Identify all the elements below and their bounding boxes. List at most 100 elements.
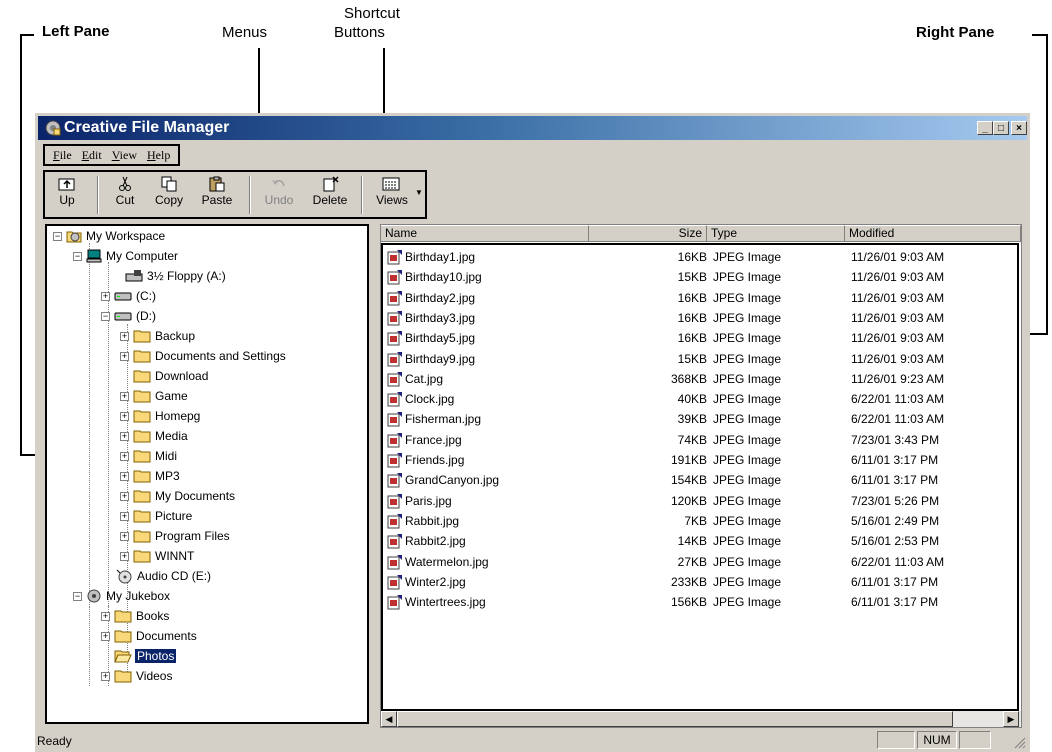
cut-button[interactable]: Cut (105, 174, 145, 216)
tree-node-my-computer[interactable]: − My Computer (73, 246, 178, 266)
column-header-type[interactable]: Type (707, 225, 845, 242)
file-row[interactable]: France.jpg 74KB JPEG Image 7/23/01 3:43 PM (383, 430, 1013, 450)
tree-folder-videos[interactable]: + Videos (101, 666, 172, 686)
collapse-icon[interactable]: − (73, 251, 82, 261)
toolbar-separator (361, 176, 363, 214)
menu-file[interactable]: File (48, 148, 77, 163)
tree-folder-mp3[interactable]: + MP3 (120, 466, 180, 486)
file-row[interactable]: Watermelon.jpg 27KB JPEG Image 6/22/01 11:0… (383, 552, 1013, 572)
file-row[interactable]: Birthday1.jpg 16KB JPEG Image 11/26/01 9:03… (383, 247, 1013, 267)
file-row[interactable]: Birthday5.jpg 16KB JPEG Image 11/26/01 9:03… (383, 328, 1013, 348)
tree-node-workspace[interactable]: − My Workspace (53, 226, 165, 246)
expand-icon[interactable]: + (101, 291, 110, 301)
file-row[interactable]: Clock.jpg 40KB JPEG Image 6/22/01 11:03 AM (383, 389, 1013, 409)
horizontal-scrollbar[interactable]: ◀ ▶ (381, 711, 1021, 727)
file-row[interactable]: Wintertrees.jpg 156KB JPEG Image 6/11/01 3:… (383, 592, 1013, 612)
tree-node-c-drive[interactable]: + (C:) (101, 286, 156, 306)
file-modified: 6/22/01 11:03 AM (851, 554, 945, 569)
expand-icon[interactable]: + (120, 511, 129, 521)
file-row[interactable]: Rabbit2.jpg 14KB JPEG Image 5/16/01 2:53 PM (383, 531, 1013, 551)
app-window: Creative File Manager _ □ × File Edit Vi… (35, 113, 1030, 752)
tree-folder-download[interactable]: Download (133, 366, 208, 386)
scroll-left-icon[interactable]: ◀ (381, 711, 397, 727)
tree-folder-game[interactable]: + Game (120, 386, 188, 406)
maximize-button[interactable]: □ (993, 121, 1009, 135)
delete-button[interactable]: Delete (305, 174, 355, 216)
computer-icon (86, 249, 102, 263)
tree-folder-photos[interactable]: Photos (114, 646, 177, 666)
expand-icon[interactable]: + (120, 431, 129, 441)
file-row[interactable]: Birthday9.jpg 15KB JPEG Image 11/26/01 9:03… (383, 349, 1013, 369)
expand-icon[interactable]: + (101, 671, 110, 681)
expand-icon[interactable]: + (120, 531, 129, 541)
scroll-thumb[interactable] (397, 711, 953, 727)
tree-node-jukebox[interactable]: − My Jukebox (73, 586, 170, 606)
collapse-icon[interactable]: − (101, 311, 110, 321)
file-row[interactable]: Rabbit.jpg 7KB JPEG Image 5/16/01 2:49 PM (383, 511, 1013, 531)
tree-folder-homepg[interactable]: + Homepg (120, 406, 200, 426)
file-row[interactable]: Fisherman.jpg 39KB JPEG Image 6/22/01 11:03… (383, 409, 1013, 429)
collapse-icon[interactable]: − (73, 591, 82, 601)
tree-node-d-drive[interactable]: − (D:) (101, 306, 156, 326)
column-header-size[interactable]: Size (589, 225, 707, 242)
views-button[interactable]: Views (367, 174, 417, 216)
minimize-button[interactable]: _ (977, 121, 993, 135)
folder-icon (133, 350, 151, 363)
menu-help[interactable]: Help (142, 148, 175, 163)
expand-icon[interactable]: + (120, 391, 129, 401)
expand-icon[interactable]: + (120, 351, 129, 361)
up-button[interactable]: Up (49, 174, 85, 216)
file-size: 368KB (670, 371, 707, 386)
tree-label: My Workspace (86, 229, 166, 243)
tree-node-floppy[interactable]: 3½ Floppy (A:) (125, 266, 226, 286)
tree-folder-picture[interactable]: + Picture (120, 506, 192, 526)
expand-icon[interactable]: + (120, 331, 129, 341)
paste-label: Paste (201, 193, 233, 207)
expand-icon[interactable]: + (120, 471, 129, 481)
file-row[interactable]: Birthday3.jpg 16KB JPEG Image 11/26/01 9:03… (383, 308, 1013, 328)
file-row[interactable]: Friends.jpg 191KB JPEG Image 6/11/01 3:17 P… (383, 450, 1013, 470)
cd-drive-icon (116, 569, 132, 584)
title-bar[interactable]: Creative File Manager _ □ × (38, 116, 1027, 140)
file-row[interactable]: Winter2.jpg 233KB JPEG Image 6/11/01 3:17 P… (383, 572, 1013, 592)
scroll-right-icon[interactable]: ▶ (1003, 711, 1019, 727)
tree-folder-program-files[interactable]: + Program Files (120, 526, 230, 546)
expand-icon[interactable]: + (120, 451, 129, 461)
jpeg-file-icon (387, 371, 402, 387)
menu-view[interactable]: View (107, 148, 142, 163)
file-name: Friends.jpg (405, 453, 465, 467)
close-button[interactable]: × (1011, 121, 1027, 135)
column-header-modified[interactable]: Modified (845, 225, 1021, 242)
expand-icon[interactable]: + (101, 611, 110, 621)
tree-folder-books[interactable]: + Books (101, 606, 169, 626)
tree-folder-media[interactable]: + Media (120, 426, 188, 446)
views-dropdown-arrow-icon[interactable]: ▼ (415, 188, 423, 197)
expand-icon[interactable]: + (120, 411, 129, 421)
undo-button[interactable]: Undo (257, 174, 301, 216)
file-modified: 6/11/01 3:17 PM (851, 595, 939, 610)
file-row[interactable]: Birthday2.jpg 16KB JPEG Image 11/26/01 9:03… (383, 288, 1013, 308)
column-header-name[interactable]: Name (381, 225, 589, 242)
file-row[interactable]: Paris.jpg 120KB JPEG Image 7/23/01 5:26 PM (383, 491, 1013, 511)
tree-label: Game (155, 389, 188, 403)
resize-grip-icon[interactable] (1012, 735, 1026, 749)
tree-folder-my-documents[interactable]: + My Documents (120, 486, 235, 506)
tree-folder-documents-and-settings[interactable]: + Documents and Settings (120, 346, 286, 366)
collapse-icon[interactable]: − (53, 231, 62, 241)
menu-edit[interactable]: Edit (77, 148, 107, 163)
paste-button[interactable]: Paste (195, 174, 239, 216)
tree-node-audio-cd[interactable]: Audio CD (E:) (115, 566, 211, 586)
expand-icon[interactable]: + (101, 631, 110, 641)
tree-folder-winnt[interactable]: + WINNT (120, 546, 194, 566)
file-row[interactable]: GrandCanyon.jpg 154KB JPEG Image 6/11/01 3:… (383, 470, 1013, 490)
tree-folder-documents[interactable]: + Documents (101, 626, 197, 646)
file-row[interactable]: Cat.jpg 368KB JPEG Image 11/26/01 9:23 AM (383, 369, 1013, 389)
copy-button[interactable]: Copy (149, 174, 189, 216)
tree-folder-midi[interactable]: + Midi (120, 446, 177, 466)
left-pane-tree[interactable]: − My Workspace − My Computer 3½ Floppy (… (45, 224, 369, 724)
right-pane-file-list[interactable]: Name Size Type Modified Birthday1.jpg 16K… (380, 224, 1022, 728)
expand-icon[interactable]: + (120, 491, 129, 501)
tree-folder-backup[interactable]: + Backup (120, 326, 195, 346)
expand-icon[interactable]: + (120, 551, 129, 561)
file-row[interactable]: Birthday10.jpg 15KB JPEG Image 11/26/01 9:0… (383, 267, 1013, 287)
